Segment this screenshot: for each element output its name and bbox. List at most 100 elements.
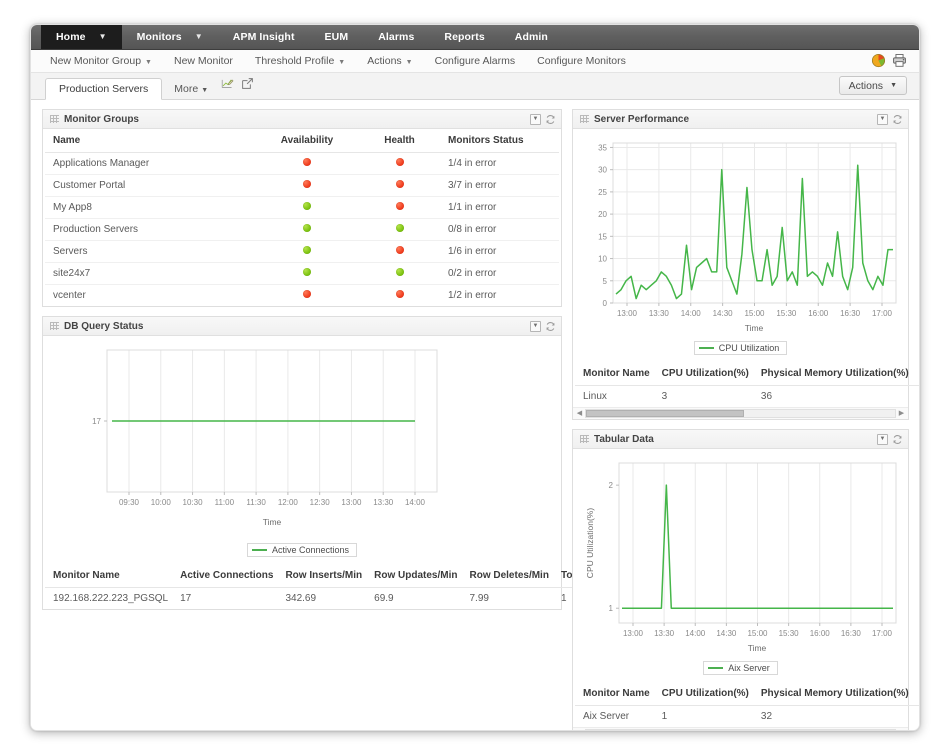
toolbar-threshold-profile[interactable]: Threshold Profile ▼ bbox=[244, 55, 356, 67]
cell-name: vcenter bbox=[53, 290, 86, 301]
panel-title: Monitor Groups bbox=[64, 113, 139, 125]
cell-name: Production Servers bbox=[45, 218, 255, 241]
table-row[interactable]: Linux 3 36 0 bbox=[575, 386, 919, 408]
nav-item-reports[interactable]: Reports bbox=[429, 25, 499, 49]
drag-handle-icon[interactable] bbox=[50, 322, 59, 330]
svg-text:16:30: 16:30 bbox=[840, 309, 861, 318]
nav-item-admin[interactable]: Admin bbox=[500, 25, 563, 49]
scroll-left-icon[interactable]: ◀ bbox=[574, 410, 585, 417]
page-actions-button[interactable]: Actions ▼ bbox=[838, 76, 907, 95]
legend-label: CPU Utilization bbox=[718, 343, 780, 353]
table-header-row: Monitor Name Active Connections Row Inse… bbox=[45, 564, 619, 588]
refresh-icon[interactable] bbox=[545, 114, 556, 125]
toolbar-new-monitor-group[interactable]: New Monitor Group ▼ bbox=[39, 55, 163, 67]
cell-status: 1/4 in error bbox=[440, 152, 559, 175]
scroll-left-icon[interactable]: ◀ bbox=[574, 730, 585, 731]
cell-swap: 3 bbox=[913, 706, 919, 728]
secondary-toolbar: New Monitor Group ▼ New Monitor Threshold… bbox=[31, 50, 919, 73]
toolbar-new-monitor[interactable]: New Monitor bbox=[163, 55, 244, 67]
cell-name: Servers bbox=[45, 240, 255, 263]
toolbar-configure-monitors[interactable]: Configure Monitors bbox=[526, 55, 637, 67]
drag-handle-icon[interactable] bbox=[50, 115, 59, 123]
legend-line-icon bbox=[251, 549, 267, 551]
panel-menu-icon[interactable]: ▼ bbox=[877, 113, 888, 125]
srv-chart-xlabel: Time bbox=[745, 323, 764, 333]
drag-handle-icon[interactable] bbox=[580, 435, 589, 443]
col-physical-memory: Physical Memory Utilization(%) bbox=[752, 682, 913, 706]
panel-header-icons: ▼ bbox=[877, 433, 903, 445]
tabular-data-body: Aix Server 1 32 3 bbox=[575, 706, 919, 728]
cell-status: 1/2 in error bbox=[448, 290, 497, 301]
tab-production-servers[interactable]: Production Servers bbox=[45, 78, 163, 100]
nav-item-monitors[interactable]: Monitors ▼ bbox=[122, 25, 218, 49]
scroll-right-icon[interactable]: ▶ bbox=[896, 730, 907, 731]
table-row[interactable]: Customer Portal 3/7 in error bbox=[45, 174, 559, 197]
svg-text:20: 20 bbox=[598, 210, 607, 219]
table-row[interactable]: 192.168.222.223_PGSQL 17 342.69 69.9 7.9… bbox=[45, 588, 619, 610]
tab-more-dropdown[interactable]: More ▼ bbox=[162, 83, 214, 95]
nav-item-label: Alarms bbox=[378, 31, 415, 43]
nav-item-eum[interactable]: EUM bbox=[310, 25, 364, 49]
refresh-icon[interactable] bbox=[892, 434, 903, 445]
scroll-thumb[interactable] bbox=[586, 730, 713, 731]
panel-tabular-data: Tabular Data ▼ 13:00 13:30 14:00 14:30 1… bbox=[572, 429, 919, 731]
dashboard-content: Monitor Groups ▼ Name Availability Healt… bbox=[31, 100, 919, 731]
toolbar-configure-alarms[interactable]: Configure Alarms bbox=[424, 55, 527, 67]
chevron-down-icon: ▼ bbox=[194, 32, 203, 41]
status-dot-red bbox=[395, 246, 404, 254]
table-row[interactable]: Aix Server 1 32 3 bbox=[575, 706, 919, 728]
panel-menu-icon[interactable]: ▼ bbox=[877, 433, 888, 445]
panel-server-performance: Server Performance ▼ 13:00 13:30 14:00 1… bbox=[572, 109, 919, 420]
nav-item-apm-insight[interactable]: APM Insight bbox=[218, 25, 310, 49]
monitor-groups-table: Name Availability Health Monitors Status… bbox=[45, 129, 559, 306]
cell-health bbox=[355, 152, 440, 175]
nav-item-alarms[interactable]: Alarms bbox=[363, 25, 429, 49]
server-performance-hscrollbar[interactable]: ◀ ▶ bbox=[573, 407, 908, 419]
svg-text:15:30: 15:30 bbox=[776, 309, 797, 318]
tab-label: Production Servers bbox=[59, 83, 149, 95]
edit-chart-icon[interactable] bbox=[221, 77, 234, 95]
popout-icon[interactable] bbox=[241, 77, 254, 95]
scroll-track[interactable] bbox=[585, 729, 896, 731]
table-row[interactable]: Applications Manager 1/4 in error bbox=[45, 152, 559, 175]
pie-chart-icon[interactable] bbox=[871, 53, 886, 68]
panel-monitor-groups: Monitor Groups ▼ Name Availability Healt… bbox=[42, 109, 562, 307]
table-row[interactable]: My App8 1/1 in error bbox=[45, 196, 559, 219]
refresh-icon[interactable] bbox=[545, 321, 556, 332]
drag-handle-icon[interactable] bbox=[580, 115, 589, 123]
cell-memory: 32 bbox=[760, 711, 773, 722]
legend-item[interactable]: Aix Server bbox=[703, 661, 778, 675]
status-dot-red bbox=[303, 158, 311, 166]
printer-icon[interactable] bbox=[892, 53, 907, 68]
scroll-thumb[interactable] bbox=[586, 410, 744, 417]
panel-menu-icon[interactable]: ▼ bbox=[530, 320, 541, 332]
cell-swap: 0 bbox=[913, 386, 919, 408]
scroll-track[interactable] bbox=[585, 409, 896, 418]
refresh-icon[interactable] bbox=[892, 114, 903, 125]
legend-item[interactable]: CPU Utilization bbox=[693, 341, 788, 355]
status-dot-green bbox=[303, 246, 311, 254]
application-window: Home ▼ Monitors ▼ APM Insight EUM Alarms… bbox=[30, 24, 920, 731]
svg-text:15: 15 bbox=[598, 232, 607, 241]
tabular-data-hscrollbar[interactable]: ◀ ▶ bbox=[573, 727, 908, 731]
table-row[interactable]: Production Servers 0/8 in error bbox=[45, 218, 559, 241]
panel-header-icons: ▼ bbox=[530, 320, 556, 332]
toolbar-actions[interactable]: Actions ▼ bbox=[356, 55, 423, 67]
legend-item[interactable]: Active Connections bbox=[246, 543, 358, 557]
col-swap-memory: Swap Me bbox=[912, 362, 919, 386]
status-dot-red bbox=[395, 202, 404, 210]
col-cpu-utilization: CPU Utilization(%) bbox=[653, 362, 753, 386]
status-dot-red bbox=[303, 180, 311, 188]
panel-menu-icon[interactable]: ▼ bbox=[530, 113, 541, 125]
table-row[interactable]: site24x7 0/2 in error bbox=[45, 262, 559, 285]
table-row[interactable]: vcenter 1/2 in error bbox=[45, 285, 559, 307]
tab-chart-legend: Aix Server bbox=[577, 661, 904, 675]
table-row[interactable]: Servers 1/6 in error bbox=[45, 240, 559, 263]
panel-header-icons: ▼ bbox=[877, 113, 903, 125]
monitor-groups-body: Applications Manager 1/4 in error Custom… bbox=[45, 152, 559, 307]
nav-item-home[interactable]: Home ▼ bbox=[41, 25, 122, 49]
chevron-down-icon: ▼ bbox=[201, 87, 209, 94]
scroll-right-icon[interactable]: ▶ bbox=[896, 410, 907, 417]
svg-text:14:30: 14:30 bbox=[716, 629, 737, 638]
svg-text:16:00: 16:00 bbox=[810, 629, 831, 638]
